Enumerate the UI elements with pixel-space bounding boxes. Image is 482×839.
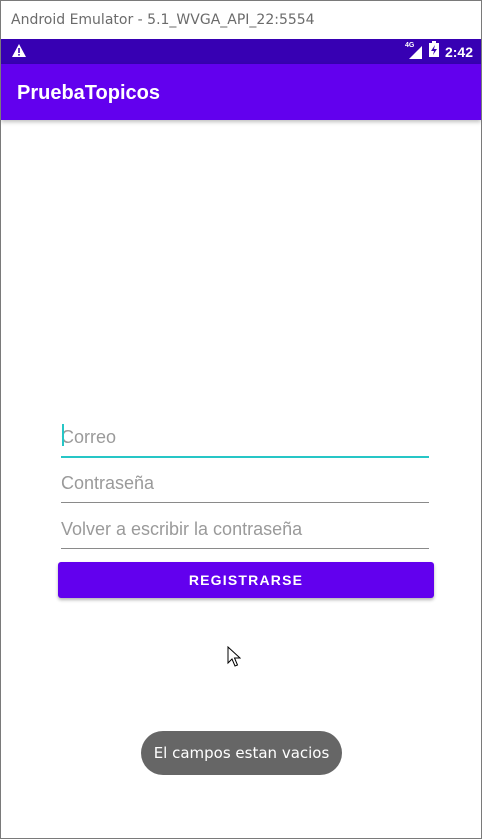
- signal-icon: 4G: [405, 42, 423, 60]
- toast-message: El campos estan vacios: [141, 731, 342, 775]
- confirm-password-field-container: [61, 514, 429, 549]
- password-field-container: [61, 468, 429, 503]
- app-title: PruebaTopicos: [17, 82, 160, 104]
- window-title: Android Emulator - 5.1_WVGA_API_22:5554: [1, 1, 481, 39]
- email-field[interactable]: [61, 422, 429, 452]
- email-field-container: [61, 422, 429, 458]
- app-bar: PruebaTopicos: [1, 64, 481, 120]
- status-bar: 4G 2:42: [1, 39, 481, 64]
- password-field[interactable]: [61, 468, 429, 498]
- register-button[interactable]: REGISTRARSE: [58, 562, 434, 598]
- battery-charging-icon: [428, 41, 439, 62]
- warning-icon: [11, 43, 27, 63]
- text-cursor: [62, 424, 64, 446]
- clock: 2:42: [444, 43, 473, 60]
- mouse-pointer-icon: [227, 645, 242, 673]
- confirm-password-field[interactable]: [61, 514, 429, 544]
- emulator-window: Android Emulator - 5.1_WVGA_API_22:5554 …: [0, 0, 482, 839]
